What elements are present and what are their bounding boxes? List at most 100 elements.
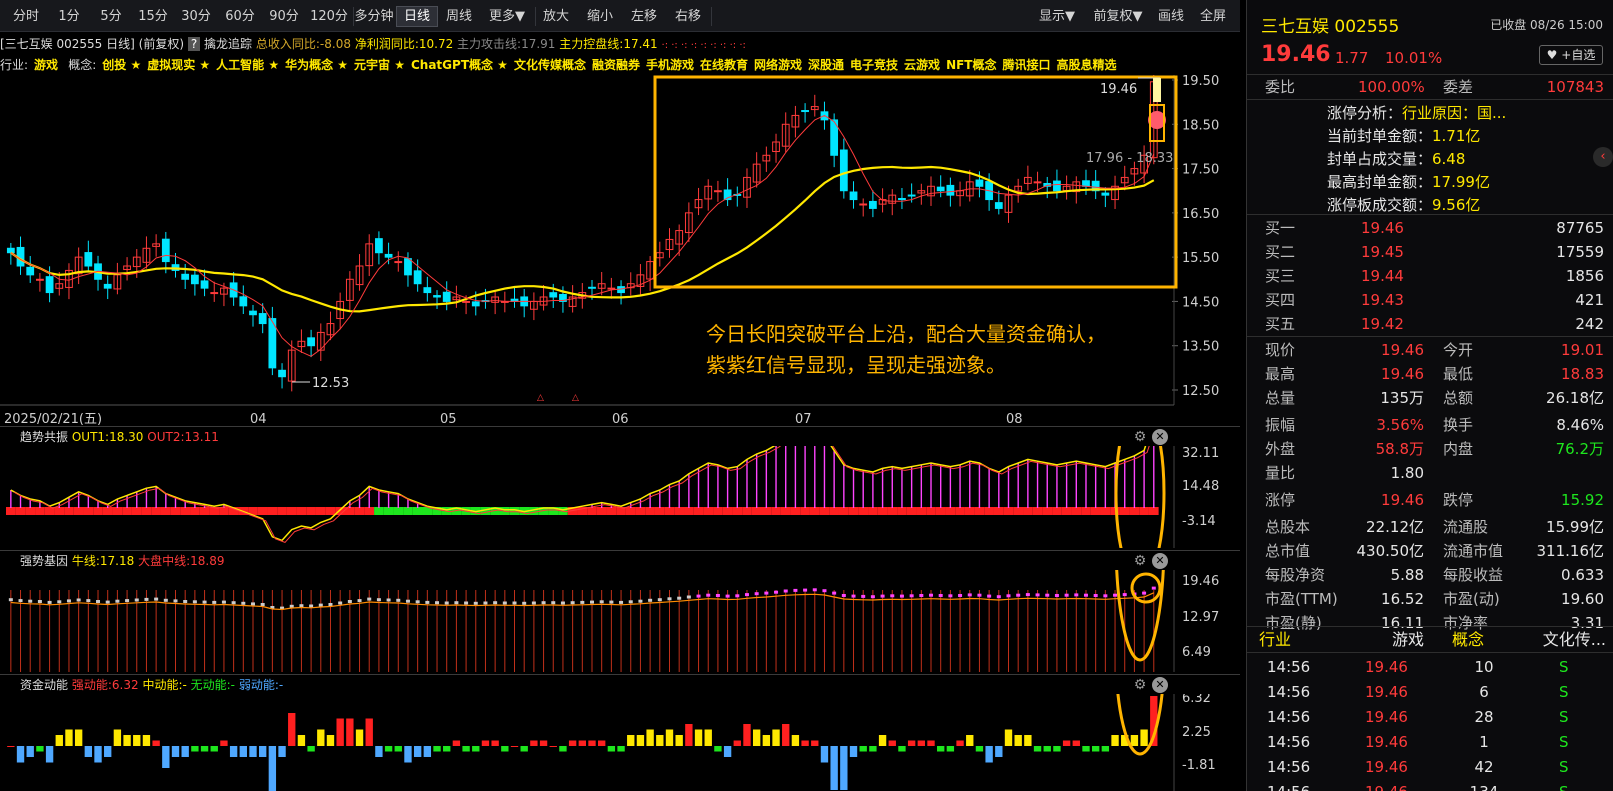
- toolbar-button-1[interactable]: 1分: [48, 6, 90, 27]
- bid-row[interactable]: 买四 19.43 421: [1247, 288, 1613, 312]
- concept-tag[interactable]: 在线教育: [700, 58, 748, 72]
- gear-icon[interactable]: ⚙: [1132, 429, 1148, 445]
- concept-tag[interactable]: 虚拟现实 ★: [147, 58, 210, 72]
- x-tick-label: 08: [1006, 412, 1023, 427]
- fund-indicator-name[interactable]: 资金动能: [20, 678, 68, 692]
- bid-label: 买三: [1265, 267, 1296, 285]
- concept-tag[interactable]: 元宇宙 ★: [354, 58, 405, 72]
- collapse-arrow-icon[interactable]: ‹: [1593, 147, 1613, 167]
- close-icon[interactable]: ✕: [1152, 553, 1168, 569]
- toolbar-button-4[interactable]: 30分: [174, 6, 218, 27]
- toolbar-button-2[interactable]: 5分: [90, 6, 132, 27]
- bid-row[interactable]: 买二 19.45 17559: [1247, 240, 1613, 264]
- add-watchlist-button[interactable]: ♥ +自选: [1539, 45, 1603, 65]
- toolbar-button-15[interactable]: 右移: [666, 6, 710, 27]
- trend-band: [732, 507, 743, 515]
- toolbar-button-14[interactable]: 左移: [622, 6, 666, 27]
- market-status: 已收盘 08/26 15:00: [1490, 18, 1603, 32]
- strong-indicator-chart[interactable]: 19.46 12.97 6.49: [0, 570, 1240, 672]
- y-tick-label: 14.50: [1182, 295, 1219, 310]
- trend-band: [906, 507, 917, 515]
- concept-tag[interactable]: 人工智能 ★: [216, 58, 279, 72]
- strong-indicator-name[interactable]: 强势基因: [20, 554, 68, 568]
- concept-tag[interactable]: 电子竞技: [850, 58, 898, 72]
- strong-dot: [590, 600, 594, 604]
- concept-tag[interactable]: 华为概念 ★: [285, 58, 348, 72]
- toolbar-right-button-2[interactable]: 画线: [1150, 6, 1192, 27]
- concept-tag[interactable]: 云游戏: [904, 58, 940, 72]
- concept-tag[interactable]: 文化传媒概念: [514, 58, 586, 72]
- bid-row[interactable]: 买三 19.44 1856: [1247, 264, 1613, 288]
- fund-bar: [995, 746, 1003, 757]
- toolbar-button-8[interactable]: 多分钟: [352, 6, 396, 27]
- fund-bar: [685, 724, 693, 746]
- concept-tag[interactable]: 深股通: [808, 58, 844, 72]
- strong-dot: [677, 596, 682, 600]
- toolbar-button-10[interactable]: 周线: [438, 6, 480, 27]
- toolbar-right-button-3[interactable]: 全屏: [1192, 6, 1234, 27]
- strong-dot: [696, 594, 701, 598]
- concept-tag[interactable]: 手机游戏: [646, 58, 694, 72]
- adjust-mode[interactable]: (前复权): [139, 37, 184, 51]
- fund-bar: [791, 735, 800, 746]
- strong-dot: [1151, 586, 1156, 590]
- trend-band: [596, 507, 607, 515]
- sector-concept-value[interactable]: 文化传...: [1543, 628, 1606, 652]
- fund-bar: [104, 746, 112, 757]
- close-icon[interactable]: ✕: [1152, 429, 1168, 445]
- fund-bar: [733, 740, 741, 746]
- bid-row[interactable]: 买一 19.46 87765: [1247, 216, 1613, 240]
- fund-bar: [423, 746, 432, 757]
- x-tick-label: 2025/02/21(五): [4, 412, 102, 427]
- strong-dot: [725, 594, 730, 598]
- weibi-value: 100.00%: [1358, 78, 1425, 96]
- strong-dot: [125, 599, 130, 603]
- toolbar-button-11[interactable]: 更多▼: [480, 6, 534, 27]
- sector-row: 行业 游戏 概念 文化传...: [1247, 628, 1613, 652]
- toolbar-button-0[interactable]: 分时: [4, 6, 48, 27]
- gear-icon[interactable]: ⚙: [1132, 553, 1148, 569]
- toolbar-button-9[interactable]: 日线: [396, 6, 438, 27]
- strong-dot: [435, 601, 440, 605]
- concept-tag[interactable]: 高股息精选: [1057, 58, 1117, 72]
- bid-row[interactable]: 买五 19.42 242: [1247, 312, 1613, 336]
- concept-tag[interactable]: 腾讯接口: [1003, 58, 1051, 72]
- trend-indicator-name[interactable]: 趋势共振: [20, 430, 68, 444]
- strong-dot: [299, 604, 304, 608]
- toolbar-button-5[interactable]: 60分: [218, 6, 262, 27]
- concept-tag[interactable]: 网络游戏: [754, 58, 802, 72]
- trend-band: [703, 507, 714, 515]
- fund-indicator-chart[interactable]: 6.32 2.25 -1.81: [0, 694, 1240, 791]
- tick-time: 14:56: [1267, 708, 1311, 726]
- close-icon[interactable]: ✕: [1152, 677, 1168, 693]
- fund-bar: [123, 735, 131, 746]
- concept-tag[interactable]: 创投 ★: [102, 58, 141, 72]
- x-tick-label: 06: [612, 412, 629, 427]
- fund-bar: [7, 746, 15, 747]
- fund-bar: [510, 746, 519, 747]
- fund-indicator-header: 资金动能 强动能:6.32 中动能:- 无动能:- 弱动能:-: [0, 674, 1240, 694]
- toolbar-button-12[interactable]: 放大: [534, 6, 578, 27]
- trend-band: [935, 507, 946, 515]
- toolbar-button-3[interactable]: 15分: [132, 6, 174, 27]
- indicator-name[interactable]: 擒龙追踪: [204, 37, 252, 51]
- industry-value[interactable]: 游戏: [34, 58, 58, 72]
- concept-tag[interactable]: ChatGPT概念 ★: [411, 58, 508, 72]
- sector-industry-value[interactable]: 游戏: [1392, 628, 1424, 652]
- trend-indicator-chart[interactable]: 32.11 14.48 -3.14: [0, 446, 1240, 548]
- concept-tag[interactable]: 融资融券: [592, 58, 640, 72]
- y-tick-label: 13.50: [1182, 340, 1219, 355]
- toolbar-button-7[interactable]: 120分: [306, 6, 352, 27]
- toolbar-button-13[interactable]: 缩小: [578, 6, 622, 27]
- help-icon[interactable]: ?: [187, 37, 201, 51]
- trend-band: [54, 507, 65, 515]
- toolbar-right-button-0[interactable]: 显示▼: [1028, 6, 1086, 27]
- toolbar-right-button-1[interactable]: 前复权▼: [1086, 6, 1150, 27]
- trend-band: [722, 507, 733, 515]
- fund-bar: [229, 746, 238, 757]
- trend-band: [858, 507, 869, 515]
- concept-tag[interactable]: NFT概念: [946, 58, 996, 72]
- toolbar-button-6[interactable]: 90分: [262, 6, 306, 27]
- gear-icon[interactable]: ⚙: [1132, 677, 1148, 693]
- stat-value: 19.60: [1561, 590, 1604, 608]
